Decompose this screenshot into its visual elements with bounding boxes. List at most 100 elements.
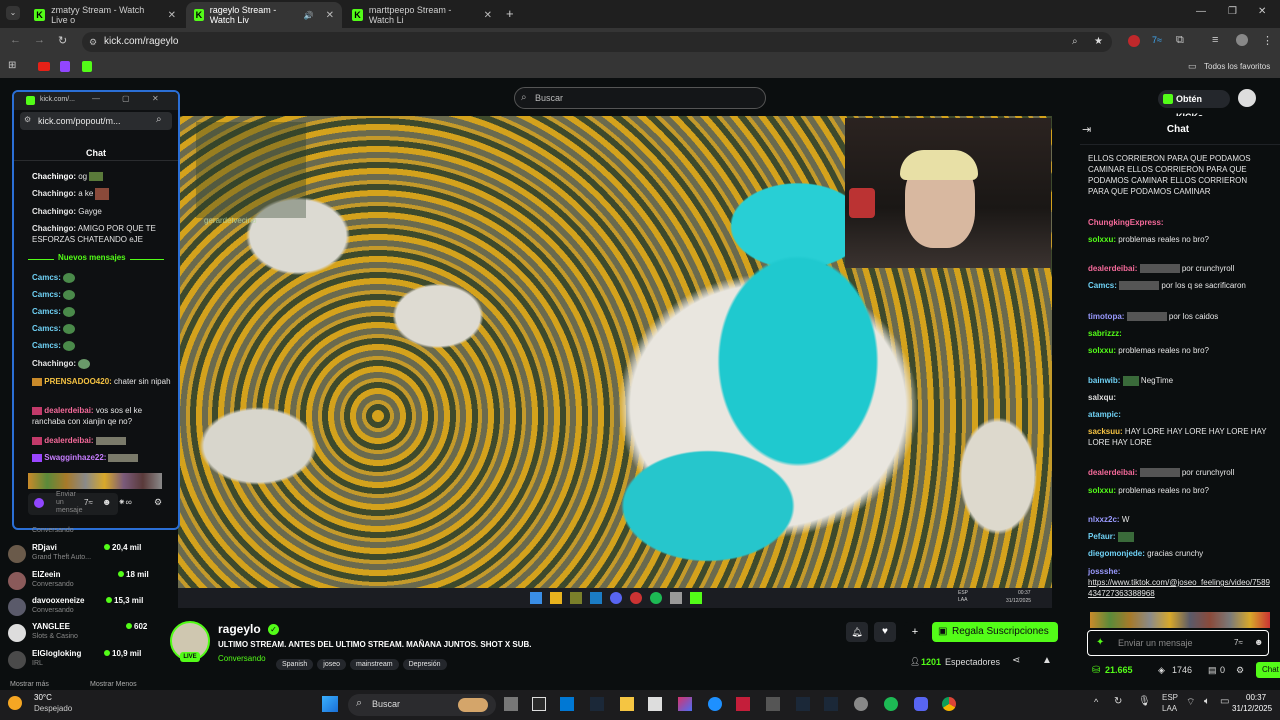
taskview-icon[interactable]	[504, 697, 518, 711]
maximize-icon[interactable]: ❐	[1228, 6, 1237, 17]
apps-grid-icon[interactable]: ⊞	[8, 60, 16, 71]
back-icon[interactable]: ←	[10, 34, 21, 46]
tab-marttpeepo[interactable]: K marttpeepo Stream - Watch Li ✕	[344, 2, 500, 28]
tray-sync-icon[interactable]: ↻	[1114, 696, 1122, 707]
tray-volume-icon[interactable]: 🔈︎	[1204, 696, 1210, 707]
speaker-icon[interactable]: 🔊	[304, 11, 314, 20]
app-red-icon[interactable]	[736, 697, 750, 711]
points-balance[interactable]: 1746	[1172, 665, 1192, 675]
tag-pill[interactable]: joseo	[317, 659, 347, 670]
tray-chevron-icon[interactable]: ^	[1094, 697, 1098, 707]
popout-emoji-icon[interactable]: ☻	[102, 497, 111, 507]
url-input[interactable]: ⚙ kick.com/rageylo ⌕ ★	[82, 32, 1112, 52]
tab-rageylo[interactable]: K rageylo Stream - Watch Liv 🔊 ✕	[186, 2, 342, 28]
tab-close-icon[interactable]: ✕	[484, 10, 492, 21]
extension-7tv-icon[interactable]: 7≈	[1152, 35, 1162, 45]
tag-pill[interactable]: Depresión	[402, 659, 447, 670]
tab-zmatyy[interactable]: K zmatyy Stream - Watch Live o ✕	[26, 2, 184, 28]
media-controls-icon[interactable]: ≡	[1212, 34, 1218, 46]
bookmark-star-icon[interactable]: ★	[1094, 32, 1103, 52]
site-info-icon[interactable]: ⚙	[89, 32, 97, 52]
edge-icon[interactable]	[708, 697, 722, 711]
popout-close-icon[interactable]: ✕	[152, 94, 159, 103]
weather-desc[interactable]: Despejado	[34, 704, 72, 713]
channel-name[interactable]: rageylo	[218, 622, 261, 636]
chat-input[interactable]: ✦ Enviar un mensaje 7≈ ☻	[1087, 630, 1269, 656]
search-input[interactable]: ⌕ Buscar	[514, 87, 766, 109]
close-window-icon[interactable]: ✕	[1258, 6, 1266, 17]
emote-bar[interactable]	[28, 473, 162, 489]
twitch-bookmark-icon[interactable]	[60, 61, 70, 72]
profile-avatar[interactable]	[1236, 34, 1248, 46]
follow-heart-icon[interactable]: ♥	[874, 622, 896, 642]
app-gray-icon[interactable]	[766, 697, 780, 711]
tray-lang[interactable]: ESP	[1162, 693, 1178, 702]
app-circle-icon[interactable]	[854, 697, 868, 711]
steam-client-icon[interactable]	[824, 697, 838, 711]
channel-item-rdjavi[interactable]: RDjavi Grand Theft Auto... 20,4 mil	[8, 543, 168, 567]
extensions-puzzle-icon[interactable]: ⧉	[1176, 34, 1184, 47]
kicks-balance[interactable]: 21.665	[1105, 665, 1133, 675]
popout-maximize-icon[interactable]: ▢	[122, 94, 130, 103]
get-kicks-button[interactable]: Obtén KICKs	[1158, 90, 1230, 122]
steam-alt-icon[interactable]	[796, 697, 810, 711]
show-less-link[interactable]: Mostrar Menos	[90, 681, 137, 688]
tag-pill[interactable]: Spanish	[276, 659, 314, 670]
popout-zoom-icon[interactable]: ⌕	[156, 114, 162, 125]
zoom-icon[interactable]: ⌕	[1072, 32, 1078, 52]
popout-7tv-icon[interactable]: 7≈	[84, 498, 93, 507]
popout-chat-window[interactable]: kick.com/... — ▢ ✕ ⚙ kick.com/popout/m..…	[12, 90, 180, 530]
user-avatar[interactable]	[1238, 89, 1256, 107]
popout-kicks-icon[interactable]: ⁕∞	[118, 497, 132, 508]
tray-mic-icon[interactable]: 🎙︎	[1138, 696, 1151, 707]
gift-count[interactable]: 0	[1220, 665, 1225, 675]
share-icon[interactable]: ⋖	[1012, 655, 1020, 666]
extension-icon[interactable]	[1128, 35, 1140, 47]
tray-wifi-icon[interactable]: ⌔	[1186, 696, 1195, 709]
popout-chat-input[interactable]: Enviar un mensaje 7≈ ☻	[28, 491, 118, 515]
chat-settings-icon[interactable]: ⚙	[1236, 665, 1244, 676]
tab-search-icon[interactable]: ⌄	[6, 6, 20, 20]
steam-icon[interactable]	[590, 697, 604, 711]
report-icon[interactable]: ▲	[1042, 655, 1052, 666]
tray-battery-icon[interactable]: ▭	[1220, 696, 1229, 707]
tab-close-icon[interactable]: ✕	[326, 10, 334, 21]
show-more-link[interactable]: Mostrar más	[10, 681, 49, 688]
emote-bar[interactable]	[1090, 612, 1270, 628]
video-player[interactable]: gerardelvecino	[178, 116, 1052, 588]
store-icon[interactable]	[648, 697, 662, 711]
channel-item-yanglee[interactable]: YANGLEE Slots & Casino 602	[8, 622, 168, 646]
spotify-icon[interactable]	[884, 697, 898, 711]
add-icon[interactable]: +	[904, 622, 926, 642]
chat-send-button[interactable]: Chat	[1256, 662, 1280, 678]
clock-date[interactable]: 31/12/2025	[1232, 704, 1272, 713]
minimize-icon[interactable]: —	[1196, 6, 1206, 17]
tab-close-icon[interactable]: ✕	[168, 10, 176, 21]
outlook-icon[interactable]	[560, 697, 574, 711]
gift-subscriptions-button[interactable]: ▣ Regala Suscripciones	[932, 622, 1058, 642]
popout-settings-icon[interactable]: ⚙	[154, 497, 162, 508]
chat-7tv-icon[interactable]: 7≈	[1234, 638, 1243, 647]
popout-url-bar[interactable]: ⚙ kick.com/popout/m... ⌕	[20, 112, 172, 130]
discord-icon[interactable]	[914, 697, 928, 711]
youtube-bookmark-icon[interactable]	[38, 62, 50, 71]
channel-item-elglogloking[interactable]: ElGlogloking IRL 10,9 mil	[8, 649, 168, 673]
chat-emoji-icon[interactable]: ☻	[1254, 637, 1263, 647]
channel-item-davooxeneize[interactable]: davooxeneize Conversando 15,3 mil	[8, 596, 168, 620]
chat-link[interactable]: https://www.tiktok.com/@joseo_feelings/v…	[1088, 578, 1270, 598]
notification-bell-icon[interactable]: 🔔︎	[846, 622, 868, 642]
app-icon[interactable]	[532, 697, 546, 711]
all-favorites-link[interactable]: Todos los favoritos	[1204, 62, 1270, 71]
windows-start-icon[interactable]	[322, 696, 338, 712]
chrome-icon[interactable]	[942, 697, 956, 711]
reload-icon[interactable]: ↻	[58, 34, 67, 47]
taskbar-search[interactable]: ⌕ Buscar	[348, 694, 496, 716]
copilot-icon[interactable]	[678, 697, 692, 711]
tag-pill[interactable]: mainstream	[350, 659, 399, 670]
tray-lang-region[interactable]: LAA	[1162, 704, 1177, 713]
channel-item-elzeein[interactable]: ElZeein Conversando 18 mil	[8, 570, 168, 594]
forward-icon[interactable]: →	[34, 34, 45, 46]
browser-menu-icon[interactable]: ⋮	[1262, 34, 1273, 47]
weather-temp[interactable]: 30°C	[34, 693, 52, 702]
popout-minimize-icon[interactable]: —	[92, 94, 100, 103]
